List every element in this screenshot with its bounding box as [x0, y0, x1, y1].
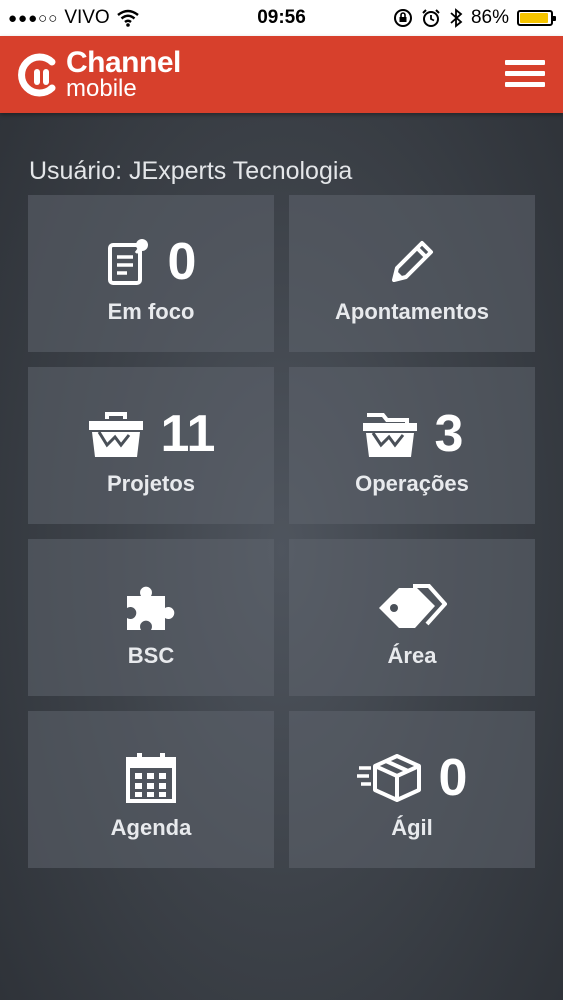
status-icons: 86% — [393, 7, 556, 29]
tile-label: Ágil — [391, 815, 433, 840]
rotation-lock-icon — [393, 9, 412, 27]
tile-label: Em foco — [107, 299, 195, 324]
tags-icon — [379, 584, 447, 628]
tile-label: Apontamentos — [335, 299, 489, 324]
tile-apontamentos[interactable]: Apontamentos — [289, 195, 535, 352]
tile-operacoes[interactable]: 3 Operações — [289, 367, 535, 524]
tile-label: BSC — [127, 643, 175, 668]
clipboard-icon — [107, 239, 148, 285]
battery-level — [520, 13, 548, 23]
pencil-icon — [392, 241, 433, 282]
tile-area[interactable]: Área — [289, 539, 535, 696]
calendar-icon — [126, 753, 176, 803]
status-bar: ●●●○○ VIVO 09:56 86% — [0, 0, 563, 36]
battery-percent: 86% — [470, 7, 509, 28]
tile-agil[interactable]: 0 Ágil — [289, 711, 535, 868]
tile-label: Projetos — [106, 471, 196, 496]
tile-count: 0 — [438, 749, 468, 807]
tile-agenda[interactable]: Agenda — [28, 711, 274, 868]
toolbox-icon — [88, 412, 143, 457]
battery-icon — [517, 10, 556, 26]
app-name: Channel — [66, 46, 181, 79]
tile-em-foco[interactable]: 0 Em foco — [28, 195, 274, 352]
folder-open-icon — [362, 413, 417, 457]
tile-label: Agenda — [110, 815, 192, 840]
tile-bsc[interactable]: BSC — [28, 539, 274, 696]
channel-logo-icon — [18, 53, 56, 96]
menu-bar-icon — [505, 71, 545, 76]
app-subtitle: mobile — [66, 75, 137, 102]
user-label: Usuário: JExperts Tecnologia — [29, 157, 353, 185]
app-logo: Channel mobile — [12, 48, 181, 101]
fast-box-icon — [356, 754, 421, 802]
bluetooth-icon — [450, 8, 463, 28]
alarm-icon — [422, 9, 440, 27]
menu-bar-icon — [505, 82, 545, 87]
puzzle-icon — [127, 586, 175, 630]
hamburger-menu-button[interactable] — [505, 60, 545, 90]
tile-count: 11 — [160, 405, 216, 463]
menu-bar-icon — [505, 60, 545, 65]
tile-projetos[interactable]: 11 Projetos — [28, 367, 274, 524]
tile-label: Área — [387, 643, 437, 668]
tile-count: 3 — [434, 405, 464, 463]
app-header: Channel mobile — [0, 36, 563, 113]
tile-label: Operações — [355, 471, 469, 496]
tile-count: 0 — [167, 233, 197, 291]
